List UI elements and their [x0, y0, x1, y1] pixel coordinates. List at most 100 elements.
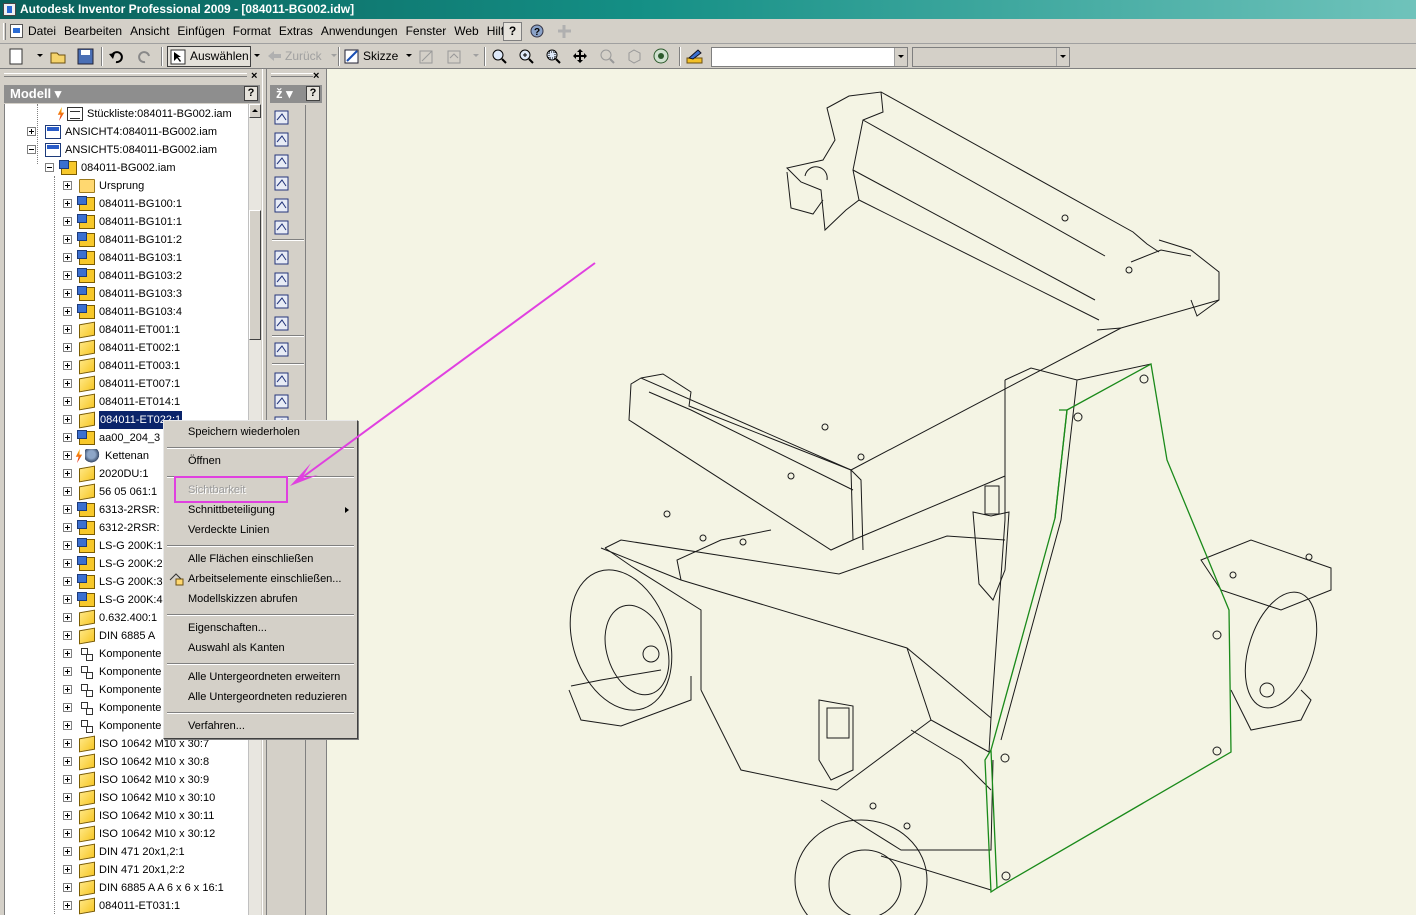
undo-icon[interactable] [108, 48, 125, 65]
expand-icon[interactable] [63, 379, 72, 388]
expand-icon[interactable] [63, 307, 72, 316]
menu-extras[interactable]: Extras [275, 24, 317, 39]
context-item-verfahren[interactable]: Verfahren... [188, 718, 357, 735]
menu-datei[interactable]: Datei [24, 24, 60, 39]
context-item-alle-untergeordneten-erweitern[interactable]: Alle Untergeordneten erweitern [188, 669, 357, 686]
expand-icon[interactable] [63, 541, 72, 550]
projected-view-icon[interactable] [273, 131, 291, 149]
expand-icon[interactable] [63, 217, 72, 226]
overlay-icon[interactable] [273, 341, 291, 359]
expand-icon[interactable] [63, 487, 72, 496]
whats-new-icon[interactable]: ? [528, 22, 547, 41]
select-dropdown-arrow[interactable] [254, 54, 260, 57]
expand-icon[interactable] [63, 325, 72, 334]
context-item-öffnen[interactable]: Öffnen [188, 453, 357, 470]
expand-icon[interactable] [63, 235, 72, 244]
zoom-icon[interactable] [518, 48, 535, 65]
context-item-verdeckte-linien[interactable]: Verdeckte Linien [188, 522, 357, 539]
menu-web[interactable]: Web [450, 24, 482, 39]
menu-format[interactable]: Format [229, 24, 275, 39]
crosshair-icon[interactable] [556, 23, 573, 40]
sketch-dropdown-arrow[interactable] [406, 54, 412, 57]
expand-icon[interactable] [63, 721, 72, 730]
select-button[interactable]: Auswählen [167, 46, 251, 67]
expand-icon[interactable] [63, 577, 72, 586]
menu-bearbeiten[interactable]: Bearbeiten [60, 24, 126, 39]
isometric-drawing-view[interactable] [327, 69, 1416, 915]
expand-icon[interactable] [63, 775, 72, 784]
menu-fenster[interactable]: Fenster [402, 24, 451, 39]
expand-icon[interactable] [63, 415, 72, 424]
pan-icon[interactable] [572, 48, 589, 65]
panel-bar-grip[interactable] [271, 73, 313, 77]
browser-title[interactable]: Modell ▾ [10, 86, 61, 102]
help-button[interactable]: ? [503, 22, 522, 41]
style-editor-icon[interactable] [686, 48, 703, 65]
break-out-icon[interactable] [273, 249, 291, 267]
expand-icon[interactable] [27, 127, 36, 136]
expand-icon[interactable] [63, 685, 72, 694]
expand-icon[interactable] [63, 883, 72, 892]
expand-icon[interactable] [63, 631, 72, 640]
base-view-icon[interactable] [273, 109, 291, 127]
slice-icon[interactable] [273, 271, 291, 289]
menu-anwendungen[interactable]: Anwendungen [317, 24, 402, 39]
new-dropdown-arrow[interactable] [37, 54, 43, 57]
panel-bar-header[interactable]: ž ▾ ? [270, 85, 322, 103]
expand-icon[interactable] [63, 469, 72, 478]
context-item-alle-flächen-einschließen[interactable]: Alle Flächen einschließen [188, 551, 357, 568]
open-icon[interactable] [50, 48, 67, 65]
sheet-format-icon[interactable] [273, 393, 291, 411]
zoom-window-icon[interactable] [545, 48, 562, 65]
expand-icon[interactable] [63, 595, 72, 604]
context-item-modellskizzen-abrufen[interactable]: Modellskizzen abrufen [188, 591, 357, 608]
context-item-speichern-wiederholen[interactable]: Speichern wiederholen [188, 424, 357, 441]
expand-icon[interactable] [63, 739, 72, 748]
expand-icon[interactable] [63, 847, 72, 856]
expand-icon[interactable] [63, 253, 72, 262]
layer-combo-arrow[interactable] [1056, 48, 1069, 66]
collapse-icon[interactable] [45, 163, 54, 172]
new-icon[interactable] [8, 48, 25, 65]
sketch-button[interactable]: Skizze [363, 47, 398, 66]
style-combo[interactable] [711, 47, 908, 67]
scroll-thumb[interactable] [249, 210, 261, 340]
zoom-all-icon[interactable] [491, 48, 508, 65]
new-sheet-icon[interactable] [273, 371, 291, 389]
context-item-schnittbeteiligung[interactable]: Schnittbeteiligung [188, 502, 357, 519]
expand-icon[interactable] [63, 451, 72, 460]
menu-einfügen[interactable]: Einfügen [173, 24, 228, 39]
draft-view-icon[interactable] [273, 315, 291, 333]
expand-icon[interactable] [63, 505, 72, 514]
browser-grip[interactable] [4, 73, 247, 77]
expand-icon[interactable] [63, 343, 72, 352]
panel-bar-help-button[interactable]: ? [306, 86, 320, 101]
expand-icon[interactable] [63, 703, 72, 712]
save-icon[interactable] [77, 48, 94, 65]
app-icon[interactable] [3, 3, 16, 16]
scroll-up-button[interactable] [249, 104, 261, 118]
layer-combo[interactable] [912, 47, 1070, 67]
expand-icon[interactable] [63, 199, 72, 208]
expand-icon[interactable] [63, 793, 72, 802]
detail-view-icon[interactable] [273, 197, 291, 215]
collapse-icon[interactable] [27, 145, 36, 154]
drawing-viewport[interactable] [326, 69, 1416, 915]
sketch-icon[interactable] [344, 48, 361, 65]
expand-icon[interactable] [63, 271, 72, 280]
redo-icon[interactable] [136, 48, 153, 65]
expand-icon[interactable] [63, 361, 72, 370]
expand-icon[interactable] [63, 829, 72, 838]
browser-close-icon[interactable]: × [251, 71, 257, 82]
browser-title-bar[interactable]: Modell ▾ ? [4, 85, 260, 103]
expand-icon[interactable] [63, 523, 72, 532]
expand-icon[interactable] [63, 865, 72, 874]
broken-view-icon[interactable] [273, 219, 291, 237]
browser-help-button[interactable]: ? [244, 86, 258, 101]
document-icon[interactable] [10, 24, 23, 38]
panel-bar-dropdown[interactable]: ž ▾ [276, 86, 293, 102]
expand-icon[interactable] [63, 649, 72, 658]
expand-icon[interactable] [63, 397, 72, 406]
expand-icon[interactable] [63, 667, 72, 676]
menubar-grip[interactable] [3, 23, 6, 40]
